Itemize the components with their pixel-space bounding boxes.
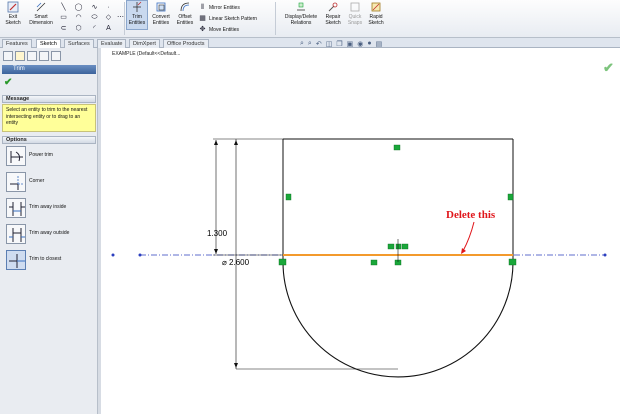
coincident-relation-icon[interactable] <box>387 243 395 250</box>
diameter-dimension-text[interactable]: ⌀ 2.600 <box>222 258 250 267</box>
centerline-endpoint[interactable] <box>603 253 607 257</box>
centerline-endpoint[interactable] <box>138 253 142 257</box>
annotation-arrowhead <box>461 248 466 254</box>
tangent-relation-icon[interactable] <box>508 258 517 266</box>
origin-point[interactable] <box>111 253 115 257</box>
height-dimension-text[interactable]: 1.300 <box>207 229 228 238</box>
delete-this-annotation: Delete this <box>446 209 496 221</box>
semicircle-arc[interactable] <box>282 261 514 378</box>
vertical-relation-icon[interactable] <box>285 193 292 201</box>
sketch-geometry: 1.300 ⌀ 2.600 Delete this <box>111 138 607 378</box>
horizontal-relation-icon[interactable] <box>393 144 401 151</box>
sketch-relations <box>278 144 517 266</box>
horizontal-relation-icon[interactable] <box>370 259 378 266</box>
coincident-relation-icon[interactable] <box>395 243 402 250</box>
annotation-arrow <box>462 221 475 252</box>
vertical-relation-icon[interactable] <box>507 193 514 201</box>
coincident-relation-icon[interactable] <box>401 243 409 250</box>
solidworks-window: Exit Sketch Smart Dimension ╲ ▭ ⊂ ◯ ◠ ⬡ … <box>0 0 620 414</box>
tangent-relation-icon[interactable] <box>278 258 287 266</box>
